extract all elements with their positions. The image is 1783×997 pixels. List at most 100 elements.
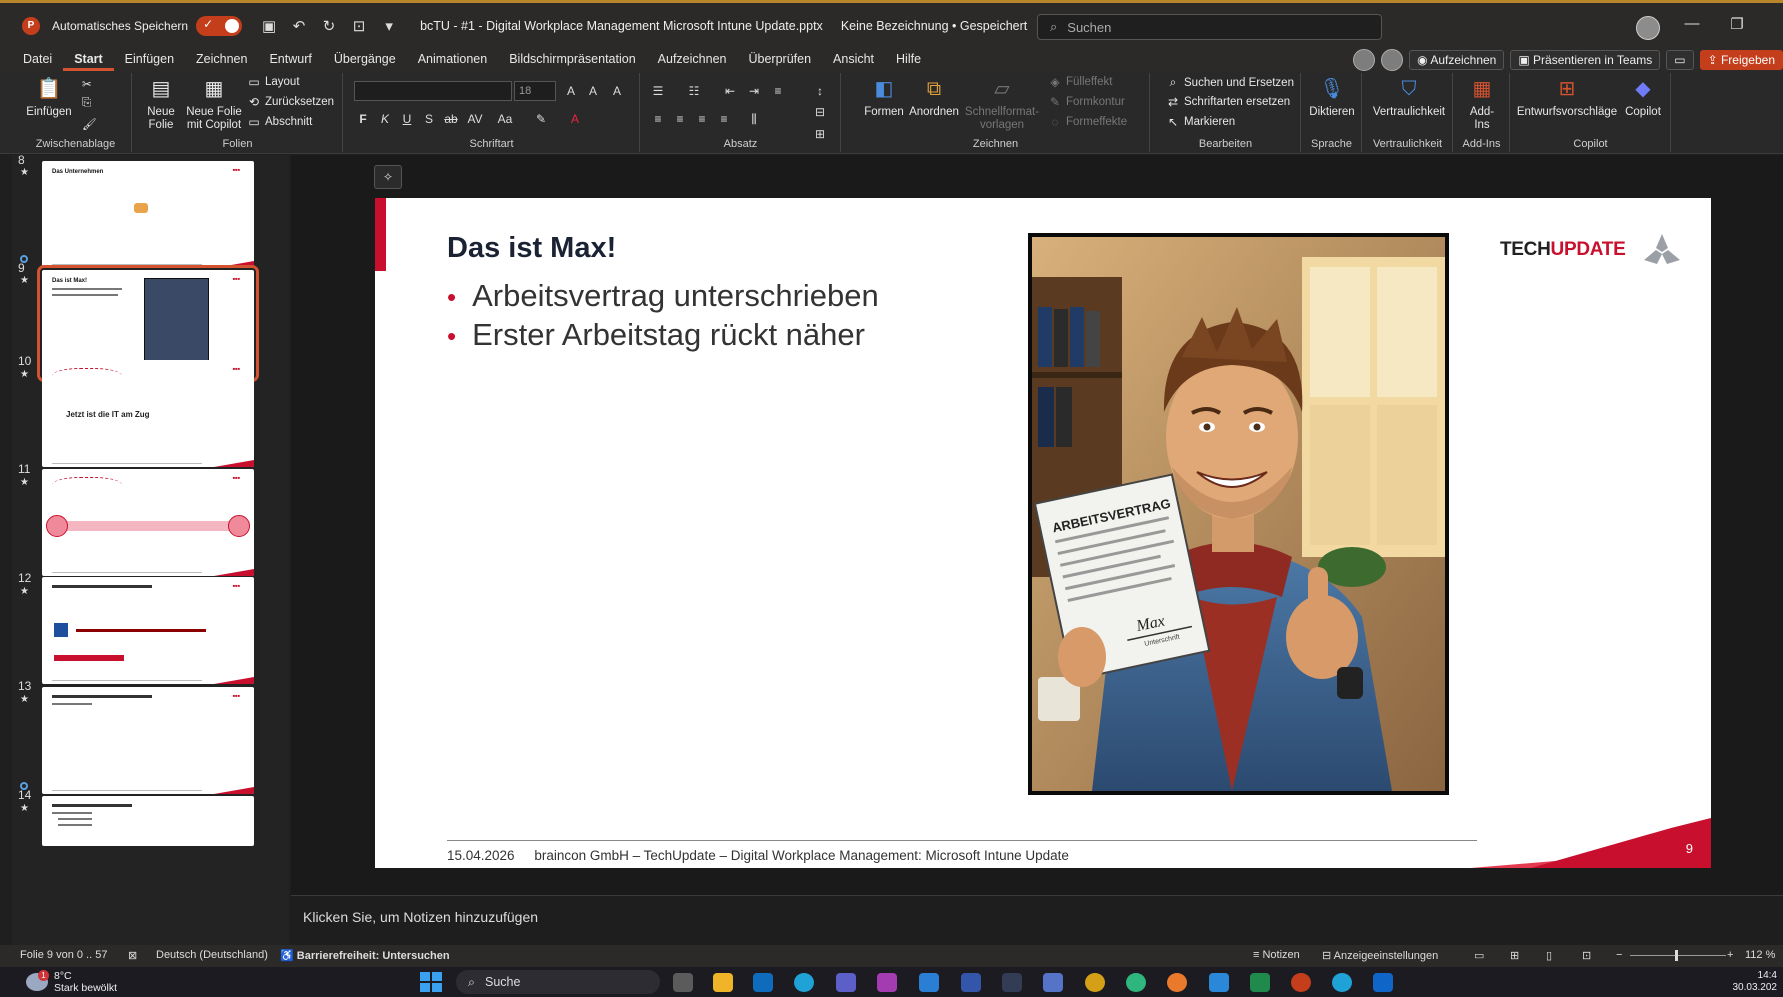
font-size-input[interactable]: 18 <box>514 81 556 101</box>
select-button[interactable]: ↖ Markieren <box>1165 115 1235 129</box>
zoom-slider-thumb[interactable] <box>1675 950 1678 961</box>
font-name-input[interactable] <box>354 81 512 101</box>
replace-fonts-button[interactable]: ⇄ Schriftarten ersetzen <box>1165 95 1290 109</box>
file-explorer-icon[interactable] <box>713 973 733 992</box>
app-icon[interactable] <box>1085 973 1105 992</box>
record-button[interactable]: ◉ Aufzeichnen <box>1409 49 1505 70</box>
slide-canvas[interactable]: Das ist Max! • Arbeitsvertrag unterschrie… <box>375 198 1711 868</box>
tab-draw[interactable]: Zeichnen <box>185 48 258 71</box>
cut-icon[interactable]: ✂ <box>82 77 92 91</box>
addins-button[interactable]: ▦ Add- Ins <box>1460 75 1504 132</box>
save-icon[interactable]: ▣ <box>256 13 282 39</box>
thumbnail-slide-12[interactable]: ■■■ <box>42 577 254 684</box>
spellcheck-icon[interactable]: ⊠ <box>128 949 137 962</box>
decrease-indent-icon[interactable]: ⇤ <box>721 82 739 100</box>
language-indicator[interactable]: Deutsch (Deutschland) <box>156 949 268 961</box>
bold-icon[interactable]: F <box>354 110 372 128</box>
quick-styles-button[interactable]: ▱ Schnellformat- vorlagen <box>964 75 1040 132</box>
layout-button[interactable]: ▭ Layout <box>246 75 299 89</box>
powershell-icon[interactable] <box>961 973 981 992</box>
search-input[interactable]: ⌕ Suchen <box>1037 14 1382 40</box>
dictate-button[interactable]: 🎙 Diktieren <box>1308 75 1356 119</box>
zoom-level[interactable]: 112 % <box>1745 949 1775 961</box>
tab-transitions[interactable]: Übergänge <box>323 48 407 71</box>
windows-start-icon[interactable] <box>420 972 442 992</box>
thumbnail-slide-8[interactable]: Das Unternehmen ■■■ <box>42 161 254 268</box>
font-color-icon[interactable]: A <box>566 110 584 128</box>
app-icon[interactable] <box>1209 973 1229 992</box>
slide-sorter-icon[interactable]: ⊞ <box>1510 949 1519 962</box>
notes-toggle-button[interactable]: ≡ Notizen <box>1253 949 1300 961</box>
browser-icon[interactable] <box>1332 973 1352 992</box>
italic-icon[interactable]: K <box>376 110 394 128</box>
reading-view-icon[interactable]: ▯ <box>1546 949 1552 962</box>
new-slide-copilot-button[interactable]: ▦ Neue Folie mit Copilot <box>183 75 245 132</box>
accessibility-button[interactable]: ♿ Barrierefreiheit: Untersuchen <box>280 949 450 962</box>
tab-review[interactable]: Überprüfen <box>737 48 822 71</box>
edge-dev-icon[interactable] <box>1126 973 1146 992</box>
copilot-button[interactable]: ◆ Copilot <box>1619 75 1667 119</box>
tab-home[interactable]: Start <box>63 48 114 71</box>
tab-design[interactable]: Entwurf <box>258 48 322 71</box>
align-left-icon[interactable]: ≡ <box>649 110 667 128</box>
shapes-button[interactable]: ◧ Formen <box>864 75 904 119</box>
designer-button[interactable]: ⊞ Entwurfsvorschläge <box>1515 75 1619 119</box>
increase-font-icon[interactable]: A <box>562 82 580 100</box>
find-replace-button[interactable]: ⌕ Suchen und Ersetzen <box>1165 75 1294 90</box>
minimize-icon[interactable]: — <box>1678 15 1706 39</box>
undo-icon[interactable]: ↶ <box>286 13 312 39</box>
slide-title[interactable]: Das ist Max! <box>447 232 616 265</box>
autosave-toggle[interactable]: ✓ <box>196 15 243 36</box>
app-icon[interactable] <box>1167 973 1187 992</box>
copy-icon[interactable]: ⎘ <box>82 97 91 110</box>
customize-toolbar-icon[interactable]: ▾ <box>376 13 402 39</box>
increase-indent-icon[interactable]: ⇥ <box>745 82 763 100</box>
reset-button[interactable]: ⟲ Zurücksetzen <box>246 95 334 109</box>
onenote-icon[interactable] <box>877 973 897 992</box>
designer-float-icon[interactable]: ✧ <box>374 165 402 189</box>
shape-effects-button[interactable]: ◌ Formeffekte <box>1047 115 1127 129</box>
display-settings-button[interactable]: ⊟ Anzeigeeinstellungen <box>1322 949 1438 962</box>
app-icon[interactable] <box>1373 973 1393 992</box>
shape-fill-button[interactable]: ◈ Fülleffekt <box>1047 75 1112 89</box>
slideshow-icon[interactable]: ⊡ <box>1582 949 1591 962</box>
thumbnail-slide-11[interactable]: ■■■ <box>42 469 254 576</box>
edge-icon[interactable] <box>794 973 814 992</box>
present-in-teams-button[interactable]: ▣ Präsentieren in Teams <box>1510 49 1661 70</box>
tab-view[interactable]: Ansicht <box>822 48 885 71</box>
numbering-icon[interactable]: ☷ <box>685 82 703 100</box>
notes-pane[interactable]: Klicken Sie, um Notizen hinzuzufügen <box>291 895 1783 945</box>
slide-bullet[interactable]: • Arbeitsvertrag unterschrieben <box>447 278 879 314</box>
tab-help[interactable]: Hilfe <box>885 48 932 71</box>
section-button[interactable]: ▭ Abschnitt <box>246 115 312 129</box>
sensitivity-button[interactable]: ⛉ Vertraulichkeit <box>1369 75 1449 119</box>
weather-widget[interactable]: 1 8°C Stark bewölkt <box>26 970 117 994</box>
highlight-icon[interactable]: ✎ <box>532 110 550 128</box>
collaborator-avatar[interactable] <box>1353 48 1376 71</box>
normal-view-icon[interactable]: ▭ <box>1474 949 1484 962</box>
change-case-icon[interactable]: Aa <box>496 110 514 128</box>
tab-slideshow[interactable]: Bildschirmpräsentation <box>498 48 646 71</box>
app-icon[interactable] <box>1043 973 1063 992</box>
outlook-icon[interactable] <box>753 973 773 992</box>
thumbnail-slide-10[interactable]: Jetzt ist die IT am Zug ■■■ <box>42 360 254 467</box>
thumbnail-slide-13[interactable]: ■■■ <box>42 687 254 794</box>
shape-outline-button[interactable]: ✎ Formkontur <box>1047 95 1125 109</box>
tab-file[interactable]: Datei <box>12 48 63 71</box>
align-right-icon[interactable]: ≡ <box>693 110 711 128</box>
clear-formatting-icon[interactable]: A <box>608 82 626 100</box>
tab-insert[interactable]: Einfügen <box>114 48 185 71</box>
strikethrough-icon[interactable]: ab <box>442 110 460 128</box>
comments-icon[interactable]: ▭ <box>1666 49 1694 70</box>
zoom-slider[interactable] <box>1630 955 1726 956</box>
excel-icon[interactable] <box>1250 973 1270 992</box>
line-spacing-icon[interactable]: ≡ <box>769 82 787 100</box>
task-view-icon[interactable] <box>673 973 693 992</box>
decrease-font-icon[interactable]: A <box>584 82 602 100</box>
clock[interactable]: 14:4 30.03.202 <box>1733 970 1778 994</box>
zoom-in-icon[interactable]: + <box>1727 949 1733 961</box>
align-center-icon[interactable]: ≡ <box>671 110 689 128</box>
avatar[interactable] <box>1636 16 1660 40</box>
present-icon[interactable]: ⊡ <box>346 13 372 39</box>
remote-desktop-icon[interactable] <box>1002 973 1022 992</box>
